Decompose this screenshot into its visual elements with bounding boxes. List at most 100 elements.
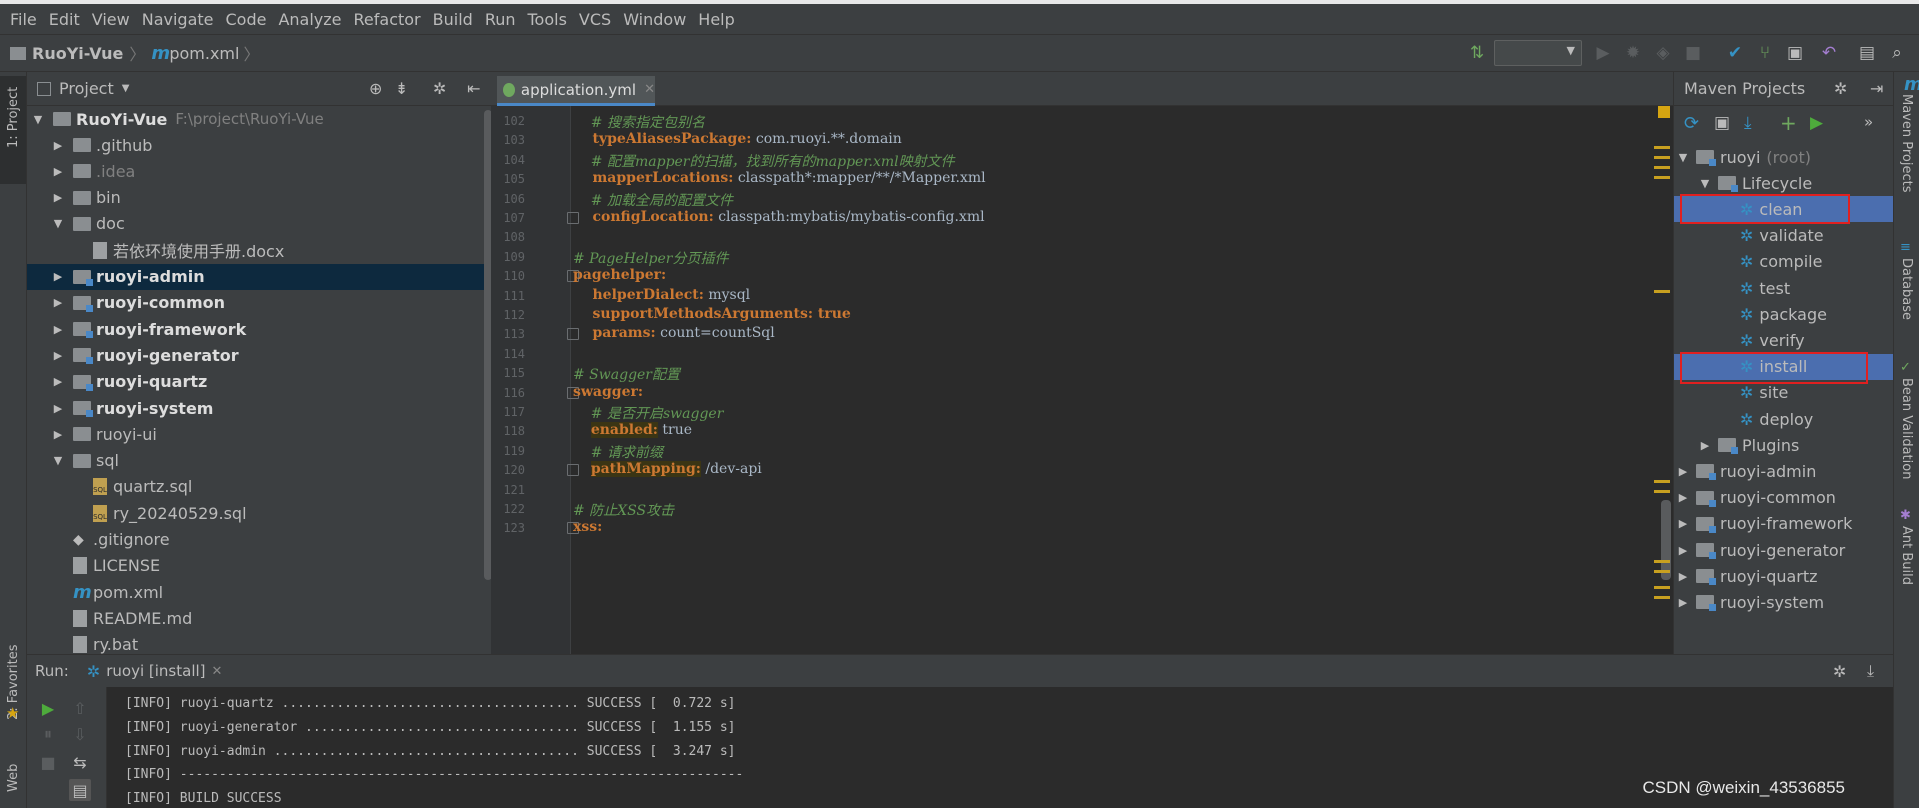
stop-icon[interactable]: ■ [1682, 42, 1704, 64]
tree-item[interactable]: ▶ ruoyi-admin [27, 263, 489, 290]
database-tool-label[interactable]: Database [1899, 258, 1914, 320]
project-structure-icon[interactable]: ▤ [1856, 42, 1878, 64]
generate-sources-icon[interactable]: ▣ [1714, 113, 1730, 133]
maven-tree-item[interactable]: ✲ compile [1674, 249, 1894, 275]
code-line[interactable]: pagehelper: [573, 267, 666, 283]
menu-item-window[interactable]: Window [617, 10, 692, 29]
console-line[interactable]: [INFO] ruoyi-quartz ....................… [125, 696, 735, 711]
tree-item[interactable]: ▼ doc [27, 211, 489, 237]
console-line[interactable]: [INFO] ---------------------------------… [125, 767, 743, 782]
vcs-update-icon[interactable]: ✔ [1724, 42, 1746, 64]
expand-arrow-icon[interactable]: ▶ [51, 349, 65, 362]
code-line[interactable]: helperDialect: mysql [573, 287, 750, 303]
run-icon[interactable]: ▶ [1592, 42, 1614, 64]
error-stripe-mark[interactable] [1654, 156, 1670, 159]
console-line[interactable]: [INFO] ruoyi-admin .....................… [125, 744, 735, 759]
add-icon[interactable]: + [1780, 111, 1797, 135]
console-line[interactable]: [INFO] ruoyi-generator .................… [125, 720, 735, 735]
settings-icon[interactable]: ✲ [1833, 662, 1846, 681]
database-icon[interactable]: ≡ [1900, 240, 1911, 255]
error-stripe-mark[interactable] [1654, 290, 1670, 293]
maven-tree-item[interactable]: ✲ site [1674, 380, 1894, 406]
tree-item[interactable]: ▶ ruoyi-quartz [27, 369, 489, 395]
code-line[interactable]: # 加载全局的配置文件 [573, 190, 733, 210]
maven-tree-item[interactable]: ▼ ruoyi (root) [1674, 144, 1894, 170]
hide-panel-icon[interactable]: ⇤ [467, 79, 480, 98]
code-line[interactable]: # 防止XSS攻击 [573, 500, 674, 520]
maven-tree-item[interactable]: ▶ ruoyi-quartz [1674, 563, 1894, 589]
editor-scrollbar[interactable] [1661, 500, 1671, 580]
code-line[interactable]: enabled: true [573, 422, 692, 439]
tree-item[interactable]: ▶ bin [27, 185, 489, 211]
settings-icon[interactable]: ✲ [1834, 79, 1847, 98]
maven-tree-item[interactable]: ▶ ruoyi-framework [1674, 511, 1894, 537]
expand-arrow-icon[interactable]: ▶ [1676, 596, 1690, 609]
maven-tool-label[interactable]: Maven Projects [1899, 94, 1914, 193]
run-tab[interactable]: ✲ ruoyi [install] ✕ [87, 662, 223, 681]
menu-item-tools[interactable]: Tools [522, 10, 573, 29]
menu-item-view[interactable]: View [86, 10, 136, 29]
code-line[interactable]: pathMapping: /dev-api [573, 461, 762, 478]
tree-item[interactable]: ▶ ruoyi-generator [27, 342, 489, 368]
menu-item-code[interactable]: Code [220, 10, 273, 29]
tree-item[interactable]: ▶ ruoyi-framework [27, 316, 489, 342]
run-goal-icon[interactable]: ▶ [1810, 113, 1823, 133]
expand-arrow-icon[interactable]: ▶ [51, 323, 65, 336]
tree-item[interactable]: ▶ ruoyi-system [27, 395, 489, 421]
bean-validation-tool-label[interactable]: Bean Validation [1899, 378, 1914, 479]
locate-icon[interactable]: ⊕ [369, 79, 382, 98]
warning-marker-icon[interactable] [1658, 106, 1670, 118]
code-line[interactable]: supportMethodsArguments: true [573, 306, 850, 322]
expand-arrow-icon[interactable]: ▶ [1676, 517, 1690, 530]
menu-item-help[interactable]: Help [692, 10, 740, 29]
expand-arrow-icon[interactable]: ▼ [1698, 177, 1712, 190]
expand-arrow-icon[interactable]: ▶ [51, 428, 65, 441]
code-line[interactable]: xss: [573, 519, 602, 535]
chevron-down-icon[interactable]: ▼ [122, 83, 130, 94]
expand-arrow-icon[interactable]: ▶ [1676, 465, 1690, 478]
coverage-icon[interactable]: ◈ [1652, 42, 1674, 64]
error-stripe-mark[interactable] [1654, 146, 1670, 149]
tree-item[interactable]: LICENSE [27, 553, 489, 579]
error-stripe-mark[interactable] [1654, 560, 1670, 563]
expand-arrow-icon[interactable]: ▶ [1676, 491, 1690, 504]
expand-arrow-icon[interactable]: ▶ [51, 191, 65, 204]
tree-item[interactable]: ▶ .idea [27, 158, 489, 184]
sort-icon[interactable]: ⇅ [1466, 42, 1488, 64]
star-icon[interactable]: ★ [6, 704, 19, 722]
print-icon[interactable]: ▤ [69, 779, 91, 801]
maven-tree-item[interactable]: ✲ validate [1674, 223, 1894, 249]
maven-tree-item[interactable]: ▶ ruoyi-admin [1674, 458, 1894, 484]
hide-panel-icon[interactable]: ⇥ [1870, 79, 1883, 98]
reimport-icon[interactable]: ⟳ [1684, 113, 1699, 134]
maven-tree-item[interactable]: ▶ ruoyi-generator [1674, 537, 1894, 563]
console-line[interactable]: [INFO] BUILD SUCCESS [125, 791, 282, 806]
scroll-down-icon[interactable]: ⇩ [69, 723, 91, 745]
settings-icon[interactable]: ✲ [433, 79, 446, 98]
run-configuration-select[interactable]: ▼ [1494, 40, 1582, 66]
bean-validation-icon[interactable]: ✓ [1900, 360, 1911, 375]
close-icon[interactable]: ✕ [212, 664, 223, 679]
expand-arrow-icon[interactable]: ▶ [1676, 570, 1690, 583]
code-line[interactable]: # 配置mapper的扫描，找到所有的mapper.xml映射文件 [573, 151, 955, 171]
maven-tree-item[interactable]: ✲ deploy [1674, 406, 1894, 432]
expand-arrow-icon[interactable]: ▶ [51, 270, 65, 283]
ant-icon[interactable]: ✱ [1900, 508, 1911, 523]
code-line[interactable]: # Swagger配置 [573, 364, 680, 384]
tree-item[interactable]: README.md [27, 605, 489, 631]
breadcrumb-project[interactable]: RuoYi-Vue [32, 44, 123, 63]
code-line[interactable]: # 请求前缀 [573, 442, 663, 462]
download-icon[interactable]: ⤓ [1744, 113, 1752, 133]
close-icon[interactable]: ✕ [644, 82, 655, 97]
tree-item[interactable]: ▶ .github [27, 132, 489, 158]
expand-arrow-icon[interactable]: ▼ [1676, 151, 1690, 164]
maven-tree-item[interactable]: ▶ ruoyi-common [1674, 485, 1894, 511]
error-stripe-mark[interactable] [1654, 166, 1670, 169]
tree-root[interactable]: ▼ RuoYi-Vue F:\project\RuoYi-Vue [27, 106, 489, 132]
tree-item[interactable]: 若依环境使用手册.docx [27, 237, 489, 263]
expand-arrow-icon[interactable]: ▶ [1698, 439, 1712, 452]
expand-arrow-icon[interactable]: ▶ [51, 375, 65, 388]
tree-item[interactable]: SQL ry_20240529.sql [27, 500, 489, 526]
soft-wrap-icon[interactable]: ⇆ [69, 751, 91, 773]
vcs-branch-icon[interactable]: ⑂ [1754, 42, 1776, 64]
